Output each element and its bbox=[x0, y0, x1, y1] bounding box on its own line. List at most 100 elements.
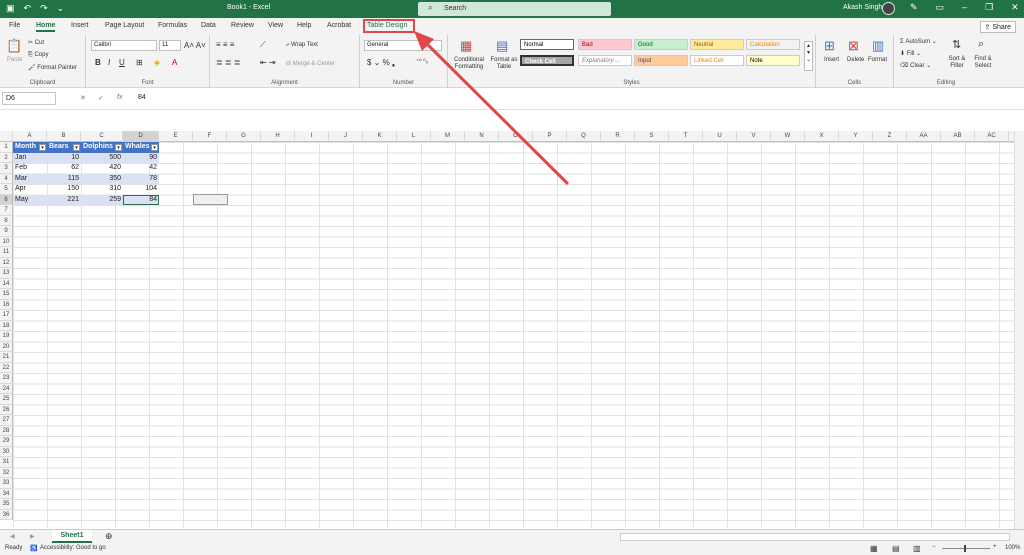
tab-acrobat[interactable]: Acrobat bbox=[327, 22, 351, 29]
column-header-t[interactable]: T bbox=[669, 131, 703, 142]
delete-cells-icon[interactable]: ⊠ bbox=[848, 38, 859, 54]
tab-insert[interactable]: Insert bbox=[71, 22, 89, 29]
insert-cells-button[interactable]: Insert bbox=[824, 57, 839, 63]
italic-icon[interactable]: I bbox=[108, 58, 110, 67]
tab-formulas[interactable]: Formulas bbox=[158, 22, 187, 29]
user-name[interactable]: Akash Singh bbox=[843, 4, 882, 11]
tab-data[interactable]: Data bbox=[201, 22, 216, 29]
column-header-q[interactable]: Q bbox=[567, 131, 601, 142]
cell-style-bad[interactable]: Bad bbox=[578, 39, 632, 50]
row-header-6[interactable]: 6 bbox=[0, 194, 13, 205]
table-cell[interactable]: Jan bbox=[13, 152, 47, 163]
column-header-e[interactable]: E bbox=[159, 131, 193, 142]
left-align-icon[interactable]: ≣ ≣ ≣ bbox=[216, 58, 241, 67]
fill-color-icon[interactable]: ◈ bbox=[154, 58, 160, 67]
prev-sheet-icon[interactable]: ◀ bbox=[10, 533, 15, 540]
redo-icon[interactable]: ↷ bbox=[40, 3, 48, 14]
filter-dropdown-icon[interactable]: ▾ bbox=[73, 144, 80, 151]
row-header-23[interactable]: 23 bbox=[0, 373, 13, 384]
search-box[interactable]: ⌕ Search bbox=[418, 2, 611, 16]
column-header-a[interactable]: A bbox=[13, 131, 47, 142]
table-header-cell[interactable]: Whales ▾ bbox=[123, 142, 159, 153]
avatar[interactable] bbox=[882, 2, 895, 15]
page-layout-view-icon[interactable]: ▤ bbox=[892, 544, 900, 553]
row-header-14[interactable]: 14 bbox=[0, 278, 13, 289]
column-header-l[interactable]: L bbox=[397, 131, 431, 142]
add-sheet-icon[interactable]: ⊕ bbox=[105, 531, 113, 542]
wrap-text-button[interactable]: ⤶ Wrap Text bbox=[286, 42, 318, 49]
filter-dropdown-icon[interactable]: ▾ bbox=[39, 144, 46, 151]
row-header-25[interactable]: 25 bbox=[0, 394, 13, 405]
enter-icon[interactable]: ✓ bbox=[98, 94, 104, 102]
row-header-1[interactable]: 1 bbox=[0, 142, 13, 153]
table-cell[interactable]: 104 bbox=[123, 184, 159, 195]
row-header-33[interactable]: 33 bbox=[0, 478, 13, 489]
merge-center-button[interactable]: ⊟ Merge & Center bbox=[286, 60, 335, 67]
name-box[interactable]: D6 bbox=[2, 92, 56, 105]
column-header-ac[interactable]: AC bbox=[975, 131, 1009, 142]
table-cell[interactable]: 115 bbox=[47, 173, 81, 184]
normal-view-icon[interactable]: ▦ bbox=[870, 544, 878, 553]
cell-style-calculation[interactable]: Calculation bbox=[746, 39, 800, 50]
row-header-22[interactable]: 22 bbox=[0, 362, 13, 373]
tab-file[interactable]: File bbox=[9, 22, 20, 29]
sort-filter-button[interactable]: Sort & Filter bbox=[946, 56, 968, 70]
tab-view[interactable]: View bbox=[268, 22, 283, 29]
column-header-y[interactable]: Y bbox=[839, 131, 873, 142]
zoom-slider[interactable] bbox=[942, 548, 990, 549]
fill-button[interactable]: ⬇ Fill ⌄ bbox=[900, 50, 921, 57]
format-as-table-icon[interactable]: ▤ bbox=[496, 38, 508, 54]
format-cells-icon[interactable]: ▥ bbox=[872, 38, 884, 54]
close-icon[interactable]: ✕ bbox=[1011, 2, 1019, 13]
row-header-28[interactable]: 28 bbox=[0, 425, 13, 436]
zoom-out-icon[interactable]: − bbox=[932, 544, 936, 550]
column-header-c[interactable]: C bbox=[81, 131, 123, 142]
top-align-icon[interactable]: ≡ ≡ ≡ bbox=[216, 40, 234, 49]
row-header-32[interactable]: 32 bbox=[0, 467, 13, 478]
zoom-in-icon[interactable]: + bbox=[993, 544, 997, 550]
cell-style-neutral[interactable]: Neutral bbox=[690, 39, 744, 50]
row-header-26[interactable]: 26 bbox=[0, 404, 13, 415]
minimize-icon[interactable]: – bbox=[962, 2, 967, 13]
column-header-p[interactable]: P bbox=[533, 131, 567, 142]
table-cell[interactable]: 259 bbox=[81, 194, 123, 205]
column-header-j[interactable]: J bbox=[329, 131, 363, 142]
cancel-icon[interactable]: ✕ bbox=[80, 94, 86, 102]
column-header-s[interactable]: S bbox=[635, 131, 669, 142]
table-cell[interactable]: 78 bbox=[123, 173, 159, 184]
column-header-i[interactable]: I bbox=[295, 131, 329, 142]
tab-page-layout[interactable]: Page Layout bbox=[105, 22, 144, 29]
share-button[interactable]: ⇪ Share bbox=[979, 21, 1016, 33]
format-cells-button[interactable]: Format bbox=[868, 57, 887, 63]
decimal-icon[interactable]: ⁺⁰ ⁰₀ bbox=[416, 58, 428, 65]
autosum-button[interactable]: Σ AutoSum ⌄ bbox=[900, 38, 937, 45]
grow-font-icon[interactable]: A˄ A˅ bbox=[184, 41, 206, 50]
conditional-formatting-button[interactable]: Conditional Formatting bbox=[451, 57, 487, 71]
conditional-formatting-icon[interactable]: ▦ bbox=[460, 38, 472, 54]
vertical-scrollbar[interactable] bbox=[1014, 131, 1024, 529]
table-cell[interactable]: 10 bbox=[47, 152, 81, 163]
row-header-12[interactable]: 12 bbox=[0, 257, 13, 268]
row-header-21[interactable]: 21 bbox=[0, 352, 13, 363]
row-header-36[interactable]: 36 bbox=[0, 509, 13, 520]
bold-icon[interactable]: B bbox=[95, 58, 101, 67]
row-header-4[interactable]: 4 bbox=[0, 173, 13, 184]
cell-style-input[interactable]: Input bbox=[634, 55, 688, 66]
table-cell[interactable]: 84 bbox=[123, 194, 159, 205]
styles-scroll[interactable]: ▴ ▾ ⌄ bbox=[804, 41, 813, 71]
zoom-thumb[interactable] bbox=[964, 545, 966, 552]
tab-home[interactable]: Home bbox=[36, 22, 56, 32]
row-header-34[interactable]: 34 bbox=[0, 488, 13, 499]
row-header-2[interactable]: 2 bbox=[0, 152, 13, 163]
row-header-8[interactable]: 8 bbox=[0, 215, 13, 226]
select-all-corner[interactable] bbox=[0, 131, 13, 142]
customize-qat-icon[interactable]: ⌄ bbox=[57, 3, 65, 14]
currency-icon[interactable]: $ ⌄ % ❟ bbox=[367, 58, 395, 68]
row-header-18[interactable]: 18 bbox=[0, 320, 13, 331]
formula-input[interactable]: 84 bbox=[138, 94, 146, 101]
table-cell[interactable]: 221 bbox=[47, 194, 81, 205]
column-header-m[interactable]: M bbox=[431, 131, 465, 142]
row-header-15[interactable]: 15 bbox=[0, 289, 13, 300]
row-header-35[interactable]: 35 bbox=[0, 499, 13, 510]
row-header-11[interactable]: 11 bbox=[0, 247, 13, 258]
